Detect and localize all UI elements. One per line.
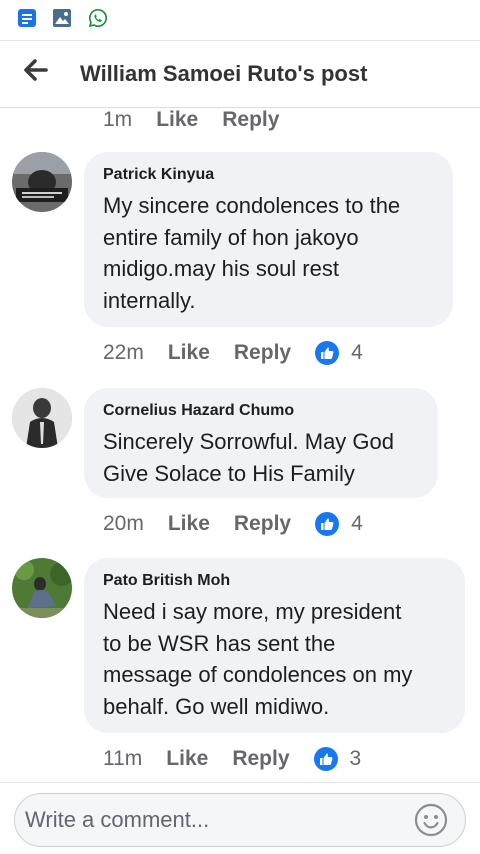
status-bar [0,0,480,40]
comment-text: Need i say more, my president to be WSR … [103,599,413,719]
reaction-count: 4 [351,341,363,364]
like-button[interactable]: Like [168,341,210,365]
comment-bubble: Patrick Kinyua My sincere condolences to… [84,152,453,327]
reaction-count: 4 [351,512,363,535]
reply-button[interactable]: Reply [222,108,279,132]
document-icon [18,9,36,27]
comment-author[interactable]: Cornelius Hazard Chumo [103,402,418,420]
reaction-summary[interactable]: 4 [315,512,363,536]
emoji-icon[interactable] [414,803,448,837]
comment-bubble: Pato British Moh Need i say more, my pre… [84,558,465,733]
whatsapp-icon [88,8,107,28]
avatar[interactable] [12,388,72,448]
like-button[interactable]: Like [168,512,210,536]
comment-text: My sincere condolences to the entire fam… [103,193,401,313]
reply-button[interactable]: Reply [234,341,291,365]
reply-button[interactable]: Reply [234,512,291,536]
thumbs-up-icon [315,341,340,365]
comment-actions: 22m Like Reply 4 [103,338,363,368]
comment-author[interactable]: Pato British Moh [103,572,445,590]
avatar[interactable] [12,558,72,618]
comment-text: Sincerely Sorrowful. May God Give Solace… [103,429,394,486]
reaction-count: 3 [349,747,362,770]
reaction-summary[interactable]: 3 [313,747,362,771]
comment-author[interactable]: Patrick Kinyua [103,166,433,184]
page-title: William Samoei Ruto's post [80,61,368,86]
like-button[interactable]: Like [156,108,198,132]
back-arrow-icon[interactable] [20,56,52,84]
previous-comment-actions: 1m Like Reply [103,108,303,132]
comments-list[interactable]: 1m Like Reply Patrick Kinyua My sincere … [0,108,480,782]
comment-input[interactable] [14,793,466,847]
comment-actions: 11m Like Reply 3 [103,744,361,774]
reply-button[interactable]: Reply [232,747,289,771]
comment-actions: 20m Like Reply 4 [103,509,363,539]
comment-time: 20m [103,512,144,535]
post-header: William Samoei Ruto's post [0,40,480,108]
comment-time: 22m [103,341,144,364]
comment-time: 1m [103,108,133,131]
thumbs-up-icon [315,512,340,536]
thumbs-up-icon [313,747,338,771]
comment-composer [0,782,480,854]
comment-time: 11m [103,747,143,770]
reaction-summary[interactable]: 4 [315,341,363,365]
gallery-icon [53,9,71,27]
like-button[interactable]: Like [166,747,208,771]
comment-bubble: Cornelius Hazard Chumo Sincerely Sorrowf… [84,388,438,498]
avatar[interactable] [12,152,72,212]
